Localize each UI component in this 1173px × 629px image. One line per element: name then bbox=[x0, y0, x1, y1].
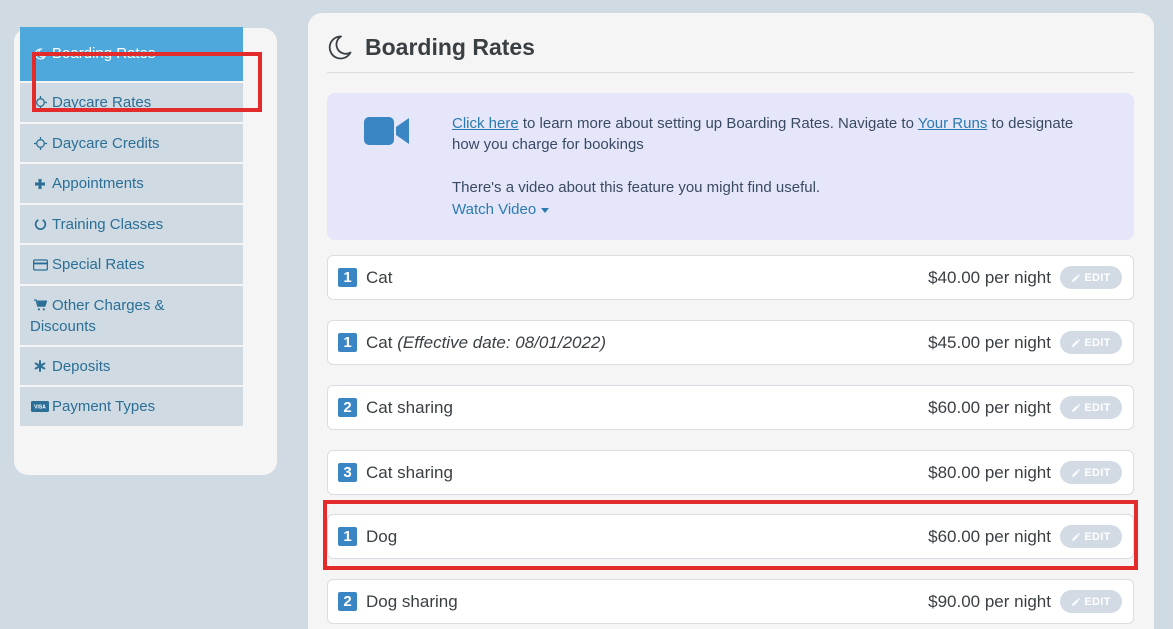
sidebar-item-daycare-rates[interactable]: Daycare Rates bbox=[20, 83, 243, 122]
caret-down-icon bbox=[541, 208, 550, 213]
edit-button[interactable]: EDIT bbox=[1060, 525, 1122, 548]
rate-row: 1 Cat $40.00 per night EDIT bbox=[327, 255, 1134, 300]
rate-price: $60.00 per night bbox=[928, 397, 1051, 417]
priority-badge: 1 bbox=[338, 268, 357, 287]
edit-button[interactable]: EDIT bbox=[1060, 461, 1122, 484]
info-banner: Click here to learn more about setting u… bbox=[327, 93, 1134, 240]
rate-name: Cat bbox=[366, 267, 393, 287]
rate-row: 1 Dog $60.00 per night EDIT bbox=[327, 514, 1134, 559]
effective-date: (Effective date: 08/01/2022) bbox=[397, 332, 607, 352]
sidebar-item-training-classes[interactable]: Training Classes bbox=[20, 204, 243, 243]
video-note: There's a video about this feature you m… bbox=[452, 179, 821, 196]
edit-button[interactable]: EDIT bbox=[1060, 590, 1122, 613]
edit-button[interactable]: EDIT bbox=[1060, 396, 1122, 419]
plus-icon bbox=[30, 173, 50, 194]
sidebar-item-other-charges[interactable]: Other Charges & Discounts bbox=[20, 285, 243, 345]
page-title: Boarding Rates bbox=[365, 34, 535, 60]
rate-price: $80.00 per night bbox=[928, 462, 1051, 482]
priority-badge: 2 bbox=[338, 398, 357, 417]
moon-icon bbox=[30, 43, 50, 64]
pencil-icon bbox=[1072, 597, 1081, 606]
rates-nav: Boarding Rates Daycare Rates Daycare Cre… bbox=[20, 27, 243, 428]
pencil-icon bbox=[1072, 468, 1081, 477]
sun-icon bbox=[30, 133, 50, 154]
watch-video-dropdown[interactable]: Watch Video bbox=[452, 199, 550, 220]
rate-row: 2 Dog sharing $90.00 per night EDIT bbox=[327, 579, 1134, 624]
sidebar-item-label: Daycare Credits bbox=[52, 134, 160, 152]
svg-text:VISA: VISA bbox=[34, 405, 46, 411]
page-header: Boarding Rates bbox=[327, 33, 1134, 73]
your-runs-link[interactable]: Your Runs bbox=[918, 115, 988, 132]
sidebar-item-special-rates[interactable]: Special Rates bbox=[20, 245, 243, 284]
pencil-icon bbox=[1072, 273, 1081, 282]
sidebar-item-label: Appointments bbox=[52, 175, 144, 192]
priority-badge: 1 bbox=[338, 333, 357, 352]
rate-row: 3 Cat sharing $80.00 per night EDIT bbox=[327, 450, 1134, 495]
credit-card-icon bbox=[30, 254, 50, 275]
sun-icon bbox=[30, 92, 50, 113]
info-text: Click here to learn more about setting u… bbox=[452, 113, 1092, 220]
sidebar-item-deposits[interactable]: Deposits bbox=[20, 346, 243, 385]
circle-notch-icon bbox=[30, 214, 50, 235]
moon-icon bbox=[328, 35, 352, 60]
learn-more-link[interactable]: Click here bbox=[452, 115, 519, 132]
rate-name: Cat sharing bbox=[366, 397, 453, 417]
pencil-icon bbox=[1072, 338, 1081, 347]
rate-name: Dog sharing bbox=[366, 591, 458, 611]
sidebar-item-label: Deposits bbox=[52, 357, 111, 375]
priority-badge: 1 bbox=[338, 527, 357, 546]
sidebar-item-label: Special Rates bbox=[52, 256, 145, 273]
rate-price: $40.00 per night bbox=[928, 267, 1051, 287]
visa-card-icon: VISA bbox=[30, 396, 50, 417]
sidebar-item-label: Boarding Rates bbox=[52, 45, 156, 62]
rate-price: $60.00 per night bbox=[928, 526, 1051, 546]
sidebar-item-label: Payment Types bbox=[52, 398, 156, 415]
edit-button[interactable]: EDIT bbox=[1060, 266, 1122, 289]
sidebar-item-label: Other Charges & Discounts bbox=[30, 296, 165, 335]
sidebar-item-boarding-rates[interactable]: Boarding Rates bbox=[20, 27, 243, 81]
sidebar-item-daycare-credits[interactable]: Daycare Credits bbox=[20, 123, 243, 162]
pencil-icon bbox=[1072, 532, 1081, 541]
rate-name: Cat sharing bbox=[366, 462, 453, 482]
sidebar-item-payment-types[interactable]: VISA Payment Types bbox=[20, 387, 243, 426]
rate-name: Dog bbox=[366, 526, 398, 546]
rate-row: 2 Cat sharing $60.00 per night EDIT bbox=[327, 385, 1134, 430]
sidebar-item-label: Training Classes bbox=[52, 215, 164, 233]
rate-price: $90.00 per night bbox=[928, 591, 1051, 611]
priority-badge: 3 bbox=[338, 463, 357, 482]
sidebar-item-label: Daycare Rates bbox=[52, 94, 152, 111]
rate-row: 1 Cat (Effective date: 08/01/2022) $45.00 … bbox=[327, 320, 1134, 365]
sidebar-item-appointments[interactable]: Appointments bbox=[20, 164, 243, 203]
asterisk-icon bbox=[30, 356, 50, 377]
rate-price: $45.00 per night bbox=[928, 332, 1051, 352]
priority-badge: 2 bbox=[338, 592, 357, 611]
video-camera-icon bbox=[364, 117, 409, 145]
rate-name: Cat (Effective date: 08/01/2022) bbox=[366, 332, 607, 352]
cart-icon bbox=[30, 295, 50, 316]
pencil-icon bbox=[1072, 403, 1081, 412]
edit-button[interactable]: EDIT bbox=[1060, 331, 1122, 354]
